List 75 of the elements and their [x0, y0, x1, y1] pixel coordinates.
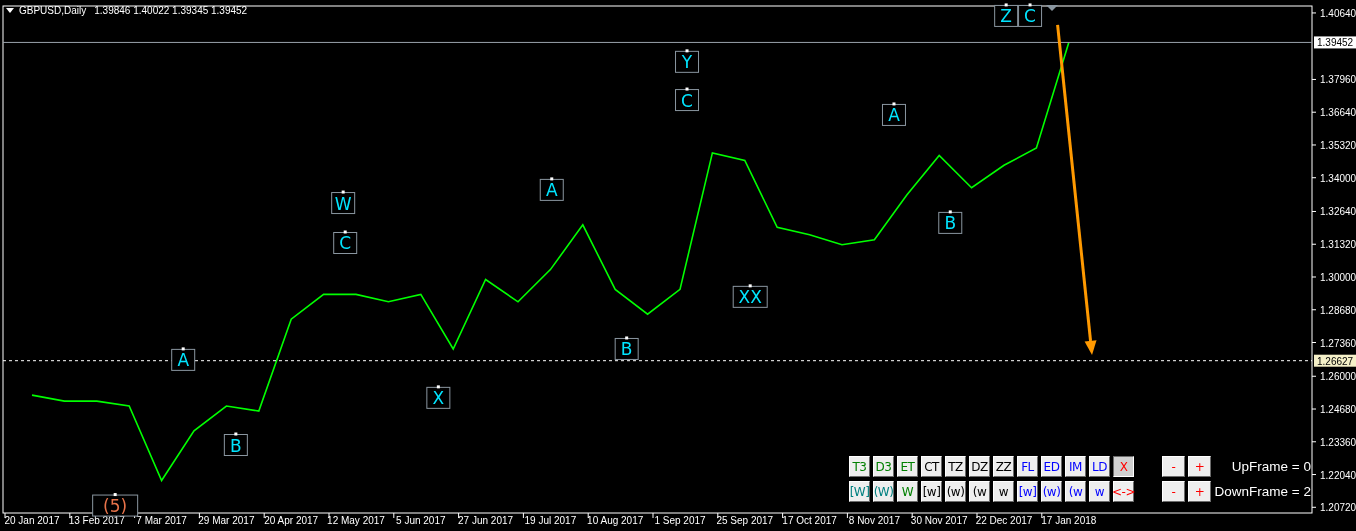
tool-button[interactable]: ZZ — [993, 456, 1014, 477]
wave-label: W — [331, 190, 356, 215]
axis-label: 1.36640 — [1320, 107, 1356, 119]
tool-button[interactable]: DZ — [969, 456, 990, 477]
axis-label: 27 Jun 2017 — [458, 515, 514, 526]
axis-label: 1.35320 — [1320, 139, 1356, 151]
axis-label: 1.27360 — [1320, 337, 1356, 349]
axis-label: 1 Sep 2017 — [654, 515, 706, 526]
wave-label: Z — [994, 3, 1019, 27]
shift-marker-icon — [1046, 5, 1058, 11]
axis-label: 12 May 2017 — [327, 515, 385, 526]
tool-button[interactable]: CT — [921, 456, 942, 477]
tool-button[interactable]: (w — [1065, 481, 1086, 502]
tool-button[interactable]: T3 — [849, 456, 870, 477]
tool-button[interactable]: [W] — [849, 481, 870, 502]
tool-button[interactable]: (W) — [873, 481, 894, 502]
tool-button[interactable]: TZ — [945, 456, 966, 477]
tool-button[interactable]: (w — [969, 481, 990, 502]
axis-label: 20 Apr 2017 — [264, 515, 319, 526]
tool-button[interactable]: LD — [1089, 456, 1110, 477]
axis-label: 10 Aug 2017 — [587, 515, 644, 526]
quote-values: 1.39846 1.40022 1.39345 1.39452 — [94, 5, 248, 16]
axis-label: 1.28680 — [1320, 304, 1356, 316]
tool-button[interactable]: FL — [1017, 456, 1038, 477]
wave-label: A — [882, 102, 906, 126]
wave-label: (5) — [92, 493, 139, 517]
wave-label: B — [223, 432, 248, 456]
axis-label: 25 Sep 2017 — [716, 515, 774, 526]
axis-label: 1.24680 — [1320, 404, 1356, 415]
axis-label: 13 Feb 2017 — [68, 515, 125, 526]
axis-label: 1.23360 — [1320, 436, 1356, 448]
axis-label: 5 Jun 2017 — [396, 515, 446, 526]
axis-label: 7 Mar 2017 — [136, 515, 187, 526]
tool-button[interactable]: (w) — [945, 481, 966, 502]
wave-label: C — [1018, 3, 1043, 27]
axis-label: 1.37960 — [1320, 74, 1356, 86]
axis-label: 29 Mar 2017 — [198, 515, 255, 526]
axis-label: 17 Oct 2017 — [782, 515, 837, 526]
axis-label: 19 Jul 2017 — [524, 515, 577, 526]
axis-label: 1.31320 — [1320, 239, 1356, 251]
tool-button[interactable]: w — [993, 481, 1014, 502]
axis-label: 1.20720 — [1320, 502, 1356, 514]
wave-label: C — [675, 87, 699, 112]
axis-label: 1.22040 — [1320, 469, 1356, 481]
wave-label: A — [171, 347, 196, 371]
axis-label: 1.40640 — [1320, 7, 1356, 19]
axis-label: 8 Nov 2017 — [848, 515, 900, 526]
axis-label: 1.30000 — [1320, 272, 1356, 283]
axis-label: 1.34000 — [1320, 172, 1356, 184]
axis-label: 1.26000 — [1320, 371, 1356, 383]
wave-label: B — [614, 336, 639, 360]
axis-label: 17 Jan 2018 — [1041, 515, 1097, 526]
tool-button[interactable]: w — [1089, 481, 1110, 502]
axis-label: 1.32640 — [1320, 206, 1356, 218]
wave-label: X — [426, 385, 451, 409]
axis-label: 22 Dec 2017 — [975, 515, 1033, 526]
wave-label: A — [539, 177, 564, 201]
tool-button[interactable]: ED — [1041, 456, 1062, 477]
frame-label: UpFrame = 0 — [1230, 459, 1311, 474]
symbol-label: GBPUSD,Daily — [19, 5, 87, 16]
dropdown-icon[interactable] — [6, 8, 14, 13]
tool-button[interactable]: [w] — [921, 481, 942, 502]
wave-label: XX — [732, 284, 768, 308]
wave-label: Y — [675, 49, 699, 73]
tool-button[interactable]: (w) — [1041, 481, 1062, 502]
tool-button[interactable]: D3 — [873, 456, 894, 477]
frame-label: DownFrame = 2 — [1213, 484, 1311, 499]
axis-label: 20 Jan 2017 — [4, 515, 60, 526]
tool-button[interactable]: ET — [897, 456, 918, 477]
tool-button[interactable]: [w] — [1017, 481, 1038, 502]
axis-label: 30 Nov 2017 — [910, 515, 968, 526]
tool-button[interactable]: IM — [1065, 456, 1086, 477]
wave-label: B — [938, 210, 963, 234]
tool-button[interactable]: W — [897, 481, 918, 502]
wave-label: C — [333, 230, 358, 254]
